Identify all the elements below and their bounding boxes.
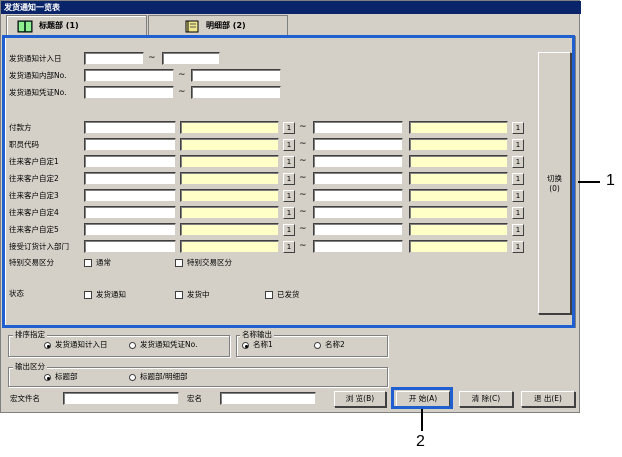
macro-name-label: 宏名 (187, 394, 202, 403)
notebook-icon (185, 20, 199, 32)
name1-label: 名称1 (253, 340, 273, 349)
name2-label: 名称2 (325, 340, 345, 349)
tab-detail-label: 明细部 (2) (206, 21, 246, 30)
macro-file-label: 宏文件名 (10, 394, 40, 403)
macro-name-input[interactable] (220, 392, 316, 405)
start-highlight (391, 387, 453, 409)
tab-detail[interactable]: 明细部 (2) (148, 15, 288, 36)
name2-radio[interactable] (314, 342, 321, 349)
clear-button[interactable]: 清 除(C) (459, 391, 513, 407)
sort-option-date-label: 发货通知计入日 (55, 340, 108, 349)
criteria-highlight (2, 35, 575, 328)
callout-1: 1 (606, 172, 615, 189)
sort-option-voucher-label: 发货通知凭证No. (140, 340, 198, 349)
sort-title: 排序指定 (13, 330, 47, 339)
window-title: 发货通知一览表 (1, 1, 581, 14)
browse-button[interactable]: 浏 览(B) (334, 391, 386, 407)
sort-option-voucher-radio[interactable] (129, 342, 136, 349)
output-title: 输出区分 (13, 362, 47, 371)
output-header-radio[interactable] (44, 374, 51, 381)
tab-header[interactable]: 标题部 (1) (6, 15, 147, 36)
book-icon (17, 20, 33, 32)
callout-line-2 (421, 409, 423, 431)
callout-line-1 (578, 181, 600, 183)
output-both-radio[interactable] (129, 374, 136, 381)
output-both-label: 标题部/明细部 (140, 372, 188, 381)
exit-button[interactable]: 退 出(E) (521, 391, 575, 407)
callout-2: 2 (416, 433, 425, 450)
name1-radio[interactable] (242, 342, 249, 349)
sort-option-date-radio[interactable] (44, 342, 51, 349)
output-header-label: 标题部 (55, 372, 78, 381)
name-output-title: 名称输出 (240, 330, 274, 339)
macro-file-input[interactable] (63, 392, 179, 405)
tab-header-label: 标题部 (1) (39, 21, 79, 30)
